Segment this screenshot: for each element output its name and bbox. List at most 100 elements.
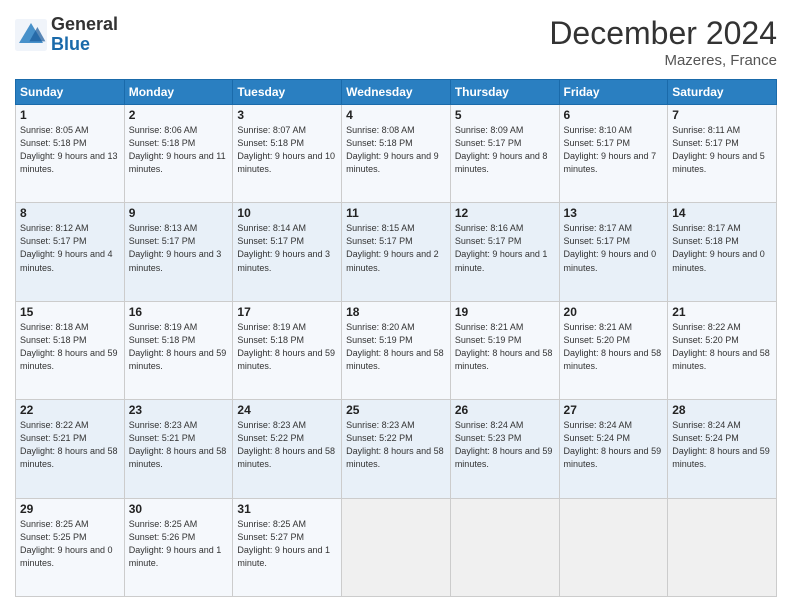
- week-row-5: 29Sunrise: 8:25 AM Sunset: 5:25 PM Dayli…: [16, 498, 777, 596]
- calendar-cell: 5 Sunrise: 8:09 AM Sunset: 5:17 PM Daylig…: [450, 105, 559, 203]
- day-header-wednesday: Wednesday: [342, 80, 451, 105]
- day-number: 6: [564, 108, 664, 122]
- day-number: 24: [237, 403, 337, 417]
- cell-info: Sunrise: 8:16 AM Sunset: 5:17 PM Dayligh…: [455, 222, 555, 274]
- day-header-monday: Monday: [124, 80, 233, 105]
- calendar-cell: 4 Sunrise: 8:08 AM Sunset: 5:18 PM Daylig…: [342, 105, 451, 203]
- logo-general: General: [51, 15, 118, 35]
- calendar-cell: 19 Sunrise: 8:21 AM Sunset: 5:19 PM Dayli…: [450, 301, 559, 399]
- calendar-cell: 12 Sunrise: 8:16 AM Sunset: 5:17 PM Dayli…: [450, 203, 559, 301]
- day-number: 28: [672, 403, 772, 417]
- day-number: 21: [672, 305, 772, 319]
- logo: General Blue: [15, 15, 118, 55]
- cell-info: Sunrise: 8:22 AM Sunset: 5:20 PM Dayligh…: [672, 321, 772, 373]
- cell-info: Sunrise: 8:19 AM Sunset: 5:18 PM Dayligh…: [129, 321, 229, 373]
- day-number: 27: [564, 403, 664, 417]
- week-row-1: 1 Sunrise: 8:05 AM Sunset: 5:18 PM Daylig…: [16, 105, 777, 203]
- cell-info: Sunrise: 8:21 AM Sunset: 5:20 PM Dayligh…: [564, 321, 664, 373]
- header: General Blue December 2024 Mazeres, Fran…: [15, 15, 777, 69]
- day-number: 25: [346, 403, 446, 417]
- day-number: 3: [237, 108, 337, 122]
- cell-info: Sunrise: 8:24 AM Sunset: 5:24 PM Dayligh…: [564, 419, 664, 471]
- calendar-cell: 25 Sunrise: 8:23 AM Sunset: 5:22 PM Dayli…: [342, 400, 451, 498]
- cell-info: Sunrise: 8:13 AM Sunset: 5:17 PM Dayligh…: [129, 222, 229, 274]
- day-header-friday: Friday: [559, 80, 668, 105]
- calendar-cell: 31Sunrise: 8:25 AM Sunset: 5:27 PM Dayli…: [233, 498, 342, 596]
- day-number: 1: [20, 108, 120, 122]
- day-number: 19: [455, 305, 555, 319]
- calendar-cell: 27 Sunrise: 8:24 AM Sunset: 5:24 PM Dayli…: [559, 400, 668, 498]
- cell-info: Sunrise: 8:06 AM Sunset: 5:18 PM Dayligh…: [129, 124, 229, 176]
- calendar-cell: 22Sunrise: 8:22 AM Sunset: 5:21 PM Dayli…: [16, 400, 125, 498]
- day-number: 10: [237, 206, 337, 220]
- cell-info: Sunrise: 8:25 AM Sunset: 5:27 PM Dayligh…: [237, 518, 337, 570]
- calendar-cell: [342, 498, 451, 596]
- calendar-cell: 8Sunrise: 8:12 AM Sunset: 5:17 PM Daylig…: [16, 203, 125, 301]
- cell-info: Sunrise: 8:12 AM Sunset: 5:17 PM Dayligh…: [20, 222, 120, 274]
- day-number: 2: [129, 108, 229, 122]
- calendar-cell: 11 Sunrise: 8:15 AM Sunset: 5:17 PM Dayli…: [342, 203, 451, 301]
- general-blue-icon: [15, 19, 47, 51]
- day-header-sunday: Sunday: [16, 80, 125, 105]
- calendar-cell: 7Sunrise: 8:11 AM Sunset: 5:17 PM Daylig…: [668, 105, 777, 203]
- calendar-cell: [668, 498, 777, 596]
- cell-info: Sunrise: 8:05 AM Sunset: 5:18 PM Dayligh…: [20, 124, 120, 176]
- cell-info: Sunrise: 8:11 AM Sunset: 5:17 PM Dayligh…: [672, 124, 772, 176]
- day-number: 17: [237, 305, 337, 319]
- day-number: 14: [672, 206, 772, 220]
- calendar-cell: 24 Sunrise: 8:23 AM Sunset: 5:22 PM Dayli…: [233, 400, 342, 498]
- logo-text: General Blue: [51, 15, 118, 55]
- day-number: 15: [20, 305, 120, 319]
- calendar-body: 1 Sunrise: 8:05 AM Sunset: 5:18 PM Daylig…: [16, 105, 777, 597]
- week-row-2: 8Sunrise: 8:12 AM Sunset: 5:17 PM Daylig…: [16, 203, 777, 301]
- cell-info: Sunrise: 8:07 AM Sunset: 5:18 PM Dayligh…: [237, 124, 337, 176]
- calendar-cell: 23Sunrise: 8:23 AM Sunset: 5:21 PM Dayli…: [124, 400, 233, 498]
- calendar-cell: 20Sunrise: 8:21 AM Sunset: 5:20 PM Dayli…: [559, 301, 668, 399]
- cell-info: Sunrise: 8:22 AM Sunset: 5:21 PM Dayligh…: [20, 419, 120, 471]
- day-number: 16: [129, 305, 229, 319]
- cell-info: Sunrise: 8:19 AM Sunset: 5:18 PM Dayligh…: [237, 321, 337, 373]
- day-number: 12: [455, 206, 555, 220]
- day-header-saturday: Saturday: [668, 80, 777, 105]
- week-row-3: 15 Sunrise: 8:18 AM Sunset: 5:18 PM Dayli…: [16, 301, 777, 399]
- cell-info: Sunrise: 8:23 AM Sunset: 5:22 PM Dayligh…: [237, 419, 337, 471]
- calendar-cell: 29Sunrise: 8:25 AM Sunset: 5:25 PM Dayli…: [16, 498, 125, 596]
- week-row-4: 22Sunrise: 8:22 AM Sunset: 5:21 PM Dayli…: [16, 400, 777, 498]
- calendar-cell: 2 Sunrise: 8:06 AM Sunset: 5:18 PM Daylig…: [124, 105, 233, 203]
- cell-info: Sunrise: 8:23 AM Sunset: 5:22 PM Dayligh…: [346, 419, 446, 471]
- day-number: 9: [129, 206, 229, 220]
- cell-info: Sunrise: 8:24 AM Sunset: 5:24 PM Dayligh…: [672, 419, 772, 471]
- location: Mazeres, France: [549, 52, 777, 69]
- cell-info: Sunrise: 8:25 AM Sunset: 5:26 PM Dayligh…: [129, 518, 229, 570]
- calendar-cell: 15 Sunrise: 8:18 AM Sunset: 5:18 PM Dayli…: [16, 301, 125, 399]
- day-number: 18: [346, 305, 446, 319]
- calendar-cell: [559, 498, 668, 596]
- calendar-cell: 30 Sunrise: 8:25 AM Sunset: 5:26 PM Dayli…: [124, 498, 233, 596]
- day-number: 5: [455, 108, 555, 122]
- day-header-tuesday: Tuesday: [233, 80, 342, 105]
- cell-info: Sunrise: 8:21 AM Sunset: 5:19 PM Dayligh…: [455, 321, 555, 373]
- cell-info: Sunrise: 8:08 AM Sunset: 5:18 PM Dayligh…: [346, 124, 446, 176]
- cell-info: Sunrise: 8:18 AM Sunset: 5:18 PM Dayligh…: [20, 321, 120, 373]
- day-number: 30: [129, 502, 229, 516]
- calendar-cell: 6 Sunrise: 8:10 AM Sunset: 5:17 PM Daylig…: [559, 105, 668, 203]
- calendar-cell: 16 Sunrise: 8:19 AM Sunset: 5:18 PM Dayli…: [124, 301, 233, 399]
- cell-info: Sunrise: 8:17 AM Sunset: 5:17 PM Dayligh…: [564, 222, 664, 274]
- cell-info: Sunrise: 8:20 AM Sunset: 5:19 PM Dayligh…: [346, 321, 446, 373]
- cell-info: Sunrise: 8:15 AM Sunset: 5:17 PM Dayligh…: [346, 222, 446, 274]
- day-number: 29: [20, 502, 120, 516]
- calendar-cell: 18 Sunrise: 8:20 AM Sunset: 5:19 PM Dayli…: [342, 301, 451, 399]
- day-header-thursday: Thursday: [450, 80, 559, 105]
- cell-info: Sunrise: 8:09 AM Sunset: 5:17 PM Dayligh…: [455, 124, 555, 176]
- day-number: 23: [129, 403, 229, 417]
- day-number: 26: [455, 403, 555, 417]
- calendar-cell: 26Sunrise: 8:24 AM Sunset: 5:23 PM Dayli…: [450, 400, 559, 498]
- calendar-cell: 21 Sunrise: 8:22 AM Sunset: 5:20 PM Dayli…: [668, 301, 777, 399]
- calendar-header: SundayMondayTuesdayWednesdayThursdayFrid…: [16, 80, 777, 105]
- cell-info: Sunrise: 8:17 AM Sunset: 5:18 PM Dayligh…: [672, 222, 772, 274]
- page: General Blue December 2024 Mazeres, Fran…: [0, 0, 792, 612]
- day-number: 4: [346, 108, 446, 122]
- day-number: 11: [346, 206, 446, 220]
- month-title: December 2024: [549, 15, 777, 52]
- cell-info: Sunrise: 8:10 AM Sunset: 5:17 PM Dayligh…: [564, 124, 664, 176]
